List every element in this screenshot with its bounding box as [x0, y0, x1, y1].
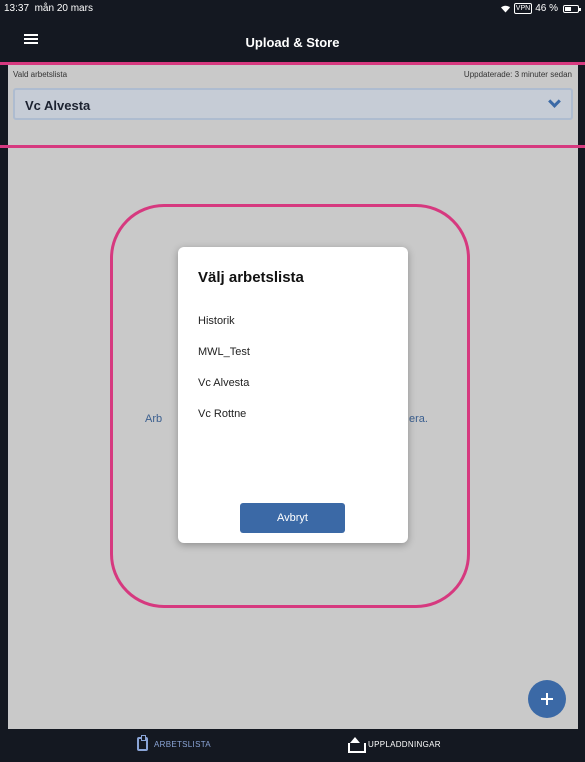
battery-icon	[563, 4, 581, 13]
chevron-down-icon	[548, 95, 561, 108]
dialog-option-mwl-test[interactable]: MWL_Test	[198, 346, 250, 358]
empty-message-right: era.	[409, 413, 428, 425]
add-button[interactable]	[528, 680, 566, 718]
vpn-badge: VPN	[513, 3, 533, 14]
nav-worklist-label: ARBETSLISTA	[154, 739, 211, 749]
worklist-select[interactable]: Vc Alvesta	[13, 88, 573, 120]
empty-message-left: Arb	[145, 413, 163, 425]
nav-worklist[interactable]: ARBETSLISTA	[137, 735, 211, 751]
status-bar: 13:37 mån 20 mars VPN 46 %	[0, 0, 585, 18]
battery-percent: 46 %	[535, 3, 558, 14]
select-worklist-dialog: Välj arbetslista Historik MWL_Test Vc Al…	[178, 247, 408, 543]
updated-timestamp: Uppdaterade: 3 minuter sedan	[463, 70, 572, 79]
wifi-icon	[500, 5, 510, 13]
main-content: Vald arbetslista Uppdaterade: 3 minuter …	[8, 63, 578, 729]
cancel-button[interactable]: Avbryt	[240, 503, 345, 533]
clipboard-icon	[137, 735, 148, 751]
dialog-option-historik[interactable]: Historik	[198, 315, 235, 327]
status-time: 13:37 mån 20 mars	[4, 3, 93, 14]
worklist-select-value: Vc Alvesta	[25, 98, 91, 113]
nav-uploads[interactable]: UPPLADDNINGAR	[348, 737, 441, 753]
status-indicators: VPN 46 %	[500, 3, 581, 14]
worklist-caption: Vald arbetslista	[13, 70, 68, 79]
app-title: Upload & Store	[245, 35, 340, 50]
dialog-option-vc-rottne[interactable]: Vc Rottne	[198, 408, 246, 420]
worklist-header: Vald arbetslista Uppdaterade: 3 minuter …	[8, 63, 578, 147]
dialog-option-vc-alvesta[interactable]: Vc Alvesta	[198, 377, 249, 389]
bottom-nav: ARBETSLISTA UPPLADDNINGAR	[0, 729, 585, 762]
nav-uploads-label: UPPLADDNINGAR	[368, 739, 441, 749]
app-bar: Upload & Store	[0, 18, 585, 63]
dialog-title: Välj arbetslista	[198, 269, 304, 286]
upload-icon	[348, 737, 366, 753]
